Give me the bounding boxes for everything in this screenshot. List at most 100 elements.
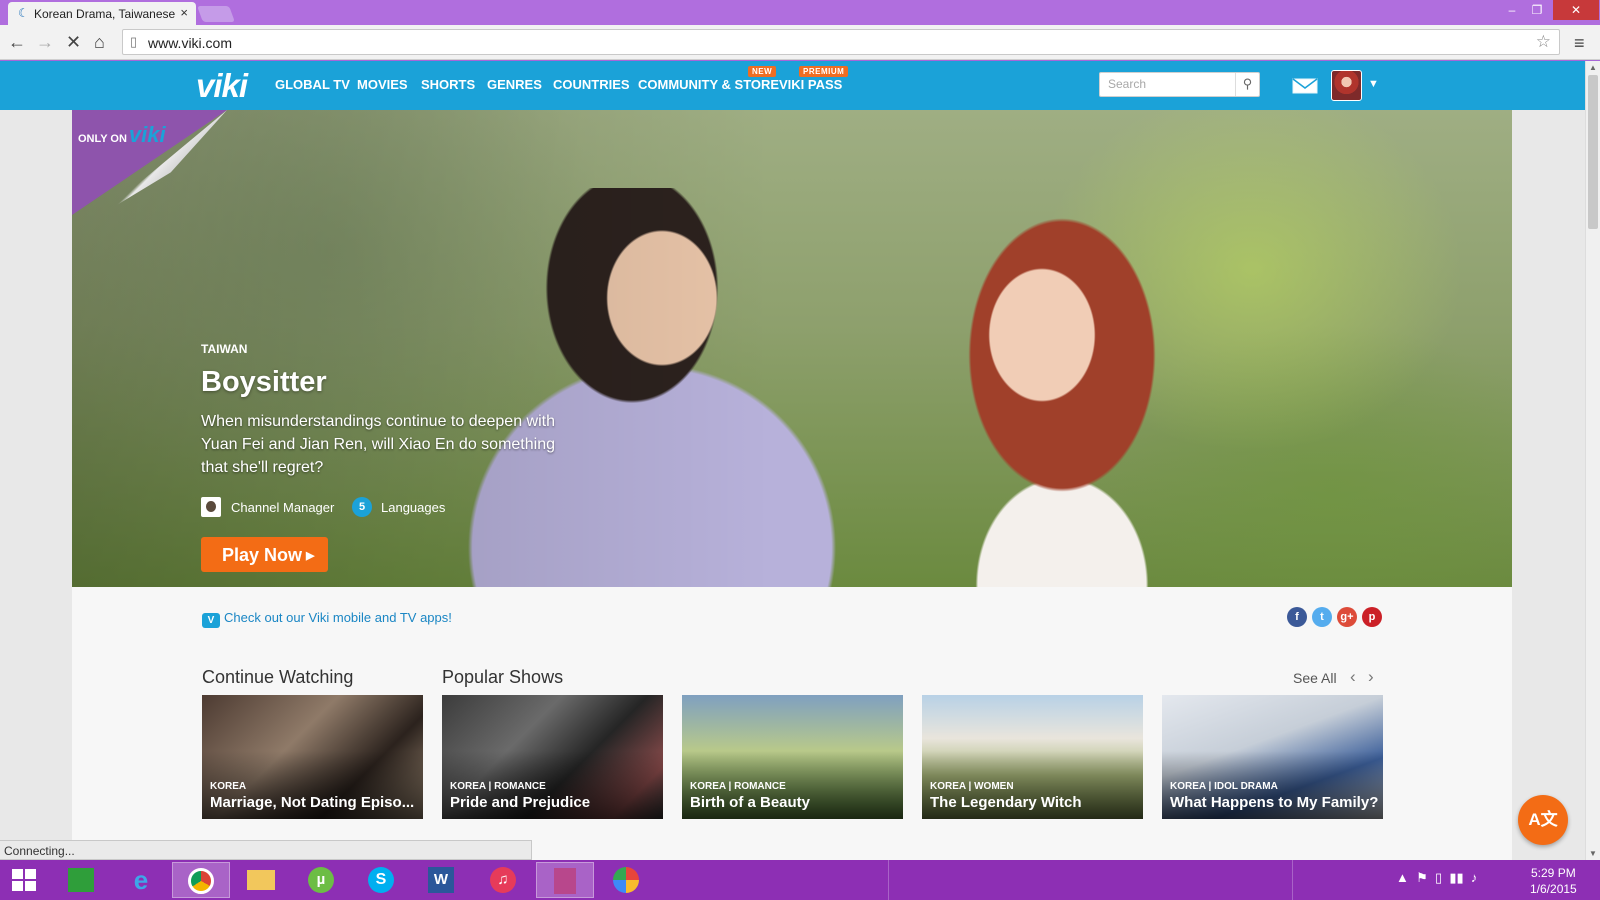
viki-favicon-icon: ☾ — [18, 6, 29, 20]
browser-tab[interactable]: ☾ Korean Drama, Taiwanese × — [8, 2, 196, 25]
hero-image-actress — [892, 205, 1252, 587]
nav-community-store[interactable]: COMMUNITY & STORE — [638, 77, 779, 92]
picasa-icon[interactable] — [597, 862, 655, 898]
card-title: What Happens to My Family? — [1170, 794, 1379, 811]
card-title: Pride and Prejudice — [450, 794, 591, 811]
bookmark-star-icon[interactable]: ☆ — [1536, 32, 1551, 52]
scroll-up-icon[interactable]: ▲ — [1589, 63, 1597, 72]
tab-close-icon[interactable]: × — [180, 5, 188, 20]
browser-titlebar: ☾ Korean Drama, Taiwanese × – ❐ ✕ — [0, 0, 1600, 25]
card-meta: KOREA | WOMEN — [930, 781, 1014, 792]
browser-toolbar: ← → ✕ ⌂ ▯ www.viki.com ☆ ≡ — [0, 25, 1600, 60]
windows-start-icon[interactable] — [12, 869, 36, 891]
card-title: The Legendary Witch — [930, 794, 1082, 811]
card-title: Birth of a Beauty — [690, 794, 811, 811]
languages-count-badge: 5 — [352, 497, 372, 517]
show-card[interactable]: KOREA Marriage, Not Dating Episo... — [202, 695, 423, 819]
play-now-button[interactable]: Play Now ▶ — [201, 537, 328, 572]
store-icon[interactable] — [52, 862, 110, 898]
pinterest-icon[interactable]: p — [1362, 607, 1382, 627]
chevron-down-icon[interactable]: ▼ — [1368, 78, 1379, 90]
twitter-icon[interactable]: t — [1312, 607, 1332, 627]
play-arrow-icon: ▶ — [306, 550, 315, 562]
chrome-menu-icon[interactable]: ≡ — [1574, 33, 1585, 54]
content-area: V Check out our Viki mobile and TV apps! … — [72, 587, 1512, 860]
card-meta: KOREA | ROMANCE — [690, 781, 786, 792]
windows-taskbar: e µ S W ♫ ▲ ⚑ ▯ ▮▮ ♪ 5:29 PM 1/6/2015 — [0, 860, 1600, 900]
tab-title: Korean Drama, Taiwanese — [34, 7, 176, 21]
apps-promo-text: Check out our Viki mobile and TV apps! — [224, 610, 452, 625]
google-plus-icon[interactable]: g+ — [1337, 607, 1357, 627]
site-header: viki GLOBAL TV MOVIES SHORTS GENRES COUN… — [0, 61, 1585, 110]
card-meta: KOREA | ROMANCE — [450, 781, 546, 792]
word-icon[interactable]: W — [412, 862, 470, 898]
nav-global-tv[interactable]: GLOBAL TV — [275, 77, 350, 92]
skype-icon[interactable]: S — [352, 862, 410, 898]
internet-explorer-icon[interactable]: e — [112, 862, 170, 898]
clock-date: 1/6/2015 — [1530, 882, 1577, 896]
chevron-right-icon[interactable]: › — [1368, 667, 1374, 687]
system-tray[interactable]: ▲ ⚑ ▯ ▮▮ ♪ — [1396, 870, 1477, 886]
user-avatar[interactable] — [1331, 70, 1362, 101]
languages-label[interactable]: Languages — [381, 500, 445, 515]
nav-genres[interactable]: GENRES — [487, 77, 542, 92]
nav-movies[interactable]: MOVIES — [357, 77, 408, 92]
taskbar-clock[interactable]: 5:29 PM 1/6/2015 — [1530, 865, 1577, 897]
file-explorer-icon[interactable] — [232, 862, 290, 898]
page-icon: ▯ — [130, 34, 138, 49]
new-tab-button[interactable] — [197, 6, 235, 22]
facebook-icon[interactable]: f — [1287, 607, 1307, 627]
hero-description: When misunderstandings continue to deepe… — [201, 413, 555, 476]
show-card[interactable]: KOREA | ROMANCE Pride and Prejudice — [442, 695, 663, 819]
mail-icon[interactable] — [1291, 77, 1319, 95]
window-close-button[interactable]: ✕ — [1553, 0, 1599, 20]
forward-arrow-icon[interactable]: → — [36, 32, 54, 52]
see-all-link[interactable]: See All — [1293, 670, 1337, 686]
hero-title[interactable]: Boysitter — [201, 366, 327, 399]
window-minimize-button[interactable]: – — [1500, 0, 1524, 20]
address-bar[interactable]: ▯ www.viki.com ☆ — [122, 29, 1560, 55]
new-badge: NEW — [748, 66, 777, 77]
clock-time: 5:29 PM — [1531, 866, 1576, 880]
scrollbar-thumb[interactable] — [1588, 75, 1598, 229]
only-on-text: ONLY ON — [78, 133, 127, 145]
search-input[interactable] — [1108, 77, 1228, 91]
hero-banner[interactable]: ONLY ONviki TAIWAN Boysitter When misund… — [72, 110, 1512, 587]
show-card[interactable]: KOREA | ROMANCE Birth of a Beauty — [682, 695, 903, 819]
url-text[interactable]: www.viki.com — [148, 35, 232, 51]
vertical-scrollbar[interactable]: ▲ ▼ — [1585, 61, 1600, 860]
page-viewport: viki GLOBAL TV MOVIES SHORTS GENRES COUN… — [0, 61, 1585, 860]
popular-shows-heading: Popular Shows — [442, 667, 564, 687]
back-arrow-icon[interactable]: ← — [8, 32, 26, 52]
chrome-icon[interactable] — [172, 862, 230, 898]
search-icon[interactable]: ⚲ — [1235, 73, 1259, 96]
translate-chat-button[interactable]: A文 — [1518, 795, 1568, 845]
card-meta: KOREA | IDOL DRAMA — [1170, 781, 1278, 792]
show-card[interactable]: KOREA | IDOL DRAMA What Happens to My Fa… — [1162, 695, 1383, 819]
only-on-viki-label: ONLY ONviki — [78, 122, 166, 148]
stop-icon[interactable]: ✕ — [66, 32, 81, 52]
scroll-down-icon[interactable]: ▼ — [1589, 849, 1597, 858]
browser-status-bar: Connecting... — [0, 840, 532, 860]
nav-countries[interactable]: COUNTRIES — [553, 77, 630, 92]
nav-shorts[interactable]: SHORTS — [421, 77, 475, 92]
show-card[interactable]: KOREA | WOMEN The Legendary Witch — [922, 695, 1143, 819]
viki-logo[interactable]: viki — [196, 67, 248, 105]
chevron-left-icon[interactable]: ‹ — [1350, 667, 1356, 687]
itunes-icon[interactable]: ♫ — [474, 862, 532, 898]
continue-watching-heading: Continue Watching — [202, 667, 354, 687]
winrar-icon[interactable] — [536, 862, 594, 898]
taskbar-divider — [1292, 860, 1293, 900]
taskbar-divider — [888, 860, 889, 900]
utorrent-icon[interactable]: µ — [292, 862, 350, 898]
nav-viki-pass[interactable]: VIKI PASS — [779, 77, 842, 92]
home-icon[interactable]: ⌂ — [94, 32, 105, 52]
only-on-brand: viki — [128, 122, 166, 147]
hero-country: TAIWAN — [201, 342, 248, 356]
window-maximize-button[interactable]: ❐ — [1524, 0, 1550, 20]
card-title: Marriage, Not Dating Episo... — [210, 794, 415, 811]
channel-manager-label[interactable]: Channel Manager — [231, 500, 334, 515]
apps-promo-link[interactable]: V Check out our Viki mobile and TV apps! — [202, 610, 452, 628]
viki-v-icon: V — [202, 613, 220, 628]
card-meta: KOREA — [210, 781, 247, 792]
